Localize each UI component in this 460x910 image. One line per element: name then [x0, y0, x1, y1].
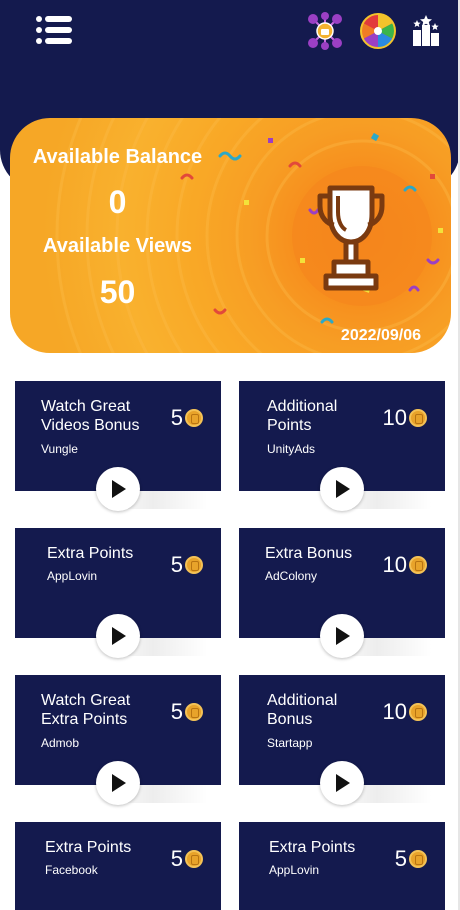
offer-title: Watch Great Extra Points	[41, 692, 131, 728]
play-button[interactable]	[96, 467, 140, 511]
play-button[interactable]	[320, 467, 364, 511]
play-button[interactable]	[96, 614, 140, 658]
offer-points: 5	[171, 405, 203, 431]
balance-date: 2022/09/06	[340, 327, 421, 344]
offer-network: UnityAds	[267, 442, 316, 456]
offer-points: 10	[383, 552, 427, 578]
trophy-icon	[316, 184, 386, 292]
offer-points: 5	[395, 846, 427, 872]
offer-network: Facebook	[45, 863, 98, 877]
coin-icon	[185, 850, 203, 868]
balance-value: 0	[108, 184, 127, 220]
offer-title: Extra Points	[47, 545, 134, 562]
offer-network: Admob	[41, 736, 80, 750]
offer-network: AdColony	[265, 569, 318, 583]
coin-icon	[185, 409, 203, 427]
balance-card: Available Balance 0 Available Views 50 2…	[10, 118, 451, 353]
offer-title: Extra Bonus	[265, 545, 353, 562]
coin-icon	[409, 409, 427, 427]
play-icon	[112, 627, 126, 645]
offer-network: Startapp	[267, 736, 313, 750]
offer-network: Vungle	[41, 442, 78, 456]
play-icon	[112, 480, 126, 498]
offer-card[interactable]: Extra Points Facebook 5	[15, 822, 221, 910]
play-icon	[112, 774, 126, 792]
menu-icon[interactable]	[36, 16, 72, 44]
offer-network: AppLovin	[47, 569, 98, 583]
offer-points: 5	[171, 846, 203, 872]
prize-wheel-icon[interactable]	[359, 12, 397, 50]
play-button[interactable]	[96, 761, 140, 805]
offer-points: 5	[171, 552, 203, 578]
offer-title: Additional Bonus	[267, 692, 338, 728]
coin-icon	[409, 703, 427, 721]
offer-points: 10	[383, 699, 427, 725]
offer-title: Extra Points	[269, 839, 356, 856]
coin-icon	[185, 556, 203, 574]
money-network-icon[interactable]	[306, 12, 344, 50]
offer-points: 5	[171, 699, 203, 725]
offer-title: Watch Great Videos Bonus	[41, 398, 140, 434]
play-button[interactable]	[320, 761, 364, 805]
coin-icon	[185, 703, 203, 721]
coin-icon	[409, 556, 427, 574]
offer-card[interactable]: Extra Points AppLovin 5	[239, 822, 445, 910]
offer-points: 10	[383, 405, 427, 431]
offer-title: Additional Points	[267, 398, 338, 434]
play-button[interactable]	[320, 614, 364, 658]
offer-network: AppLovin	[269, 863, 320, 877]
leaderboard-icon[interactable]	[409, 14, 443, 48]
play-icon	[336, 627, 350, 645]
views-label: Available Views	[43, 235, 192, 257]
coin-icon	[409, 850, 427, 868]
play-icon	[336, 774, 350, 792]
balance-label: Available Balance	[32, 146, 203, 168]
views-value: 50	[99, 274, 136, 310]
play-icon	[336, 480, 350, 498]
offer-title: Extra Points	[45, 839, 132, 856]
